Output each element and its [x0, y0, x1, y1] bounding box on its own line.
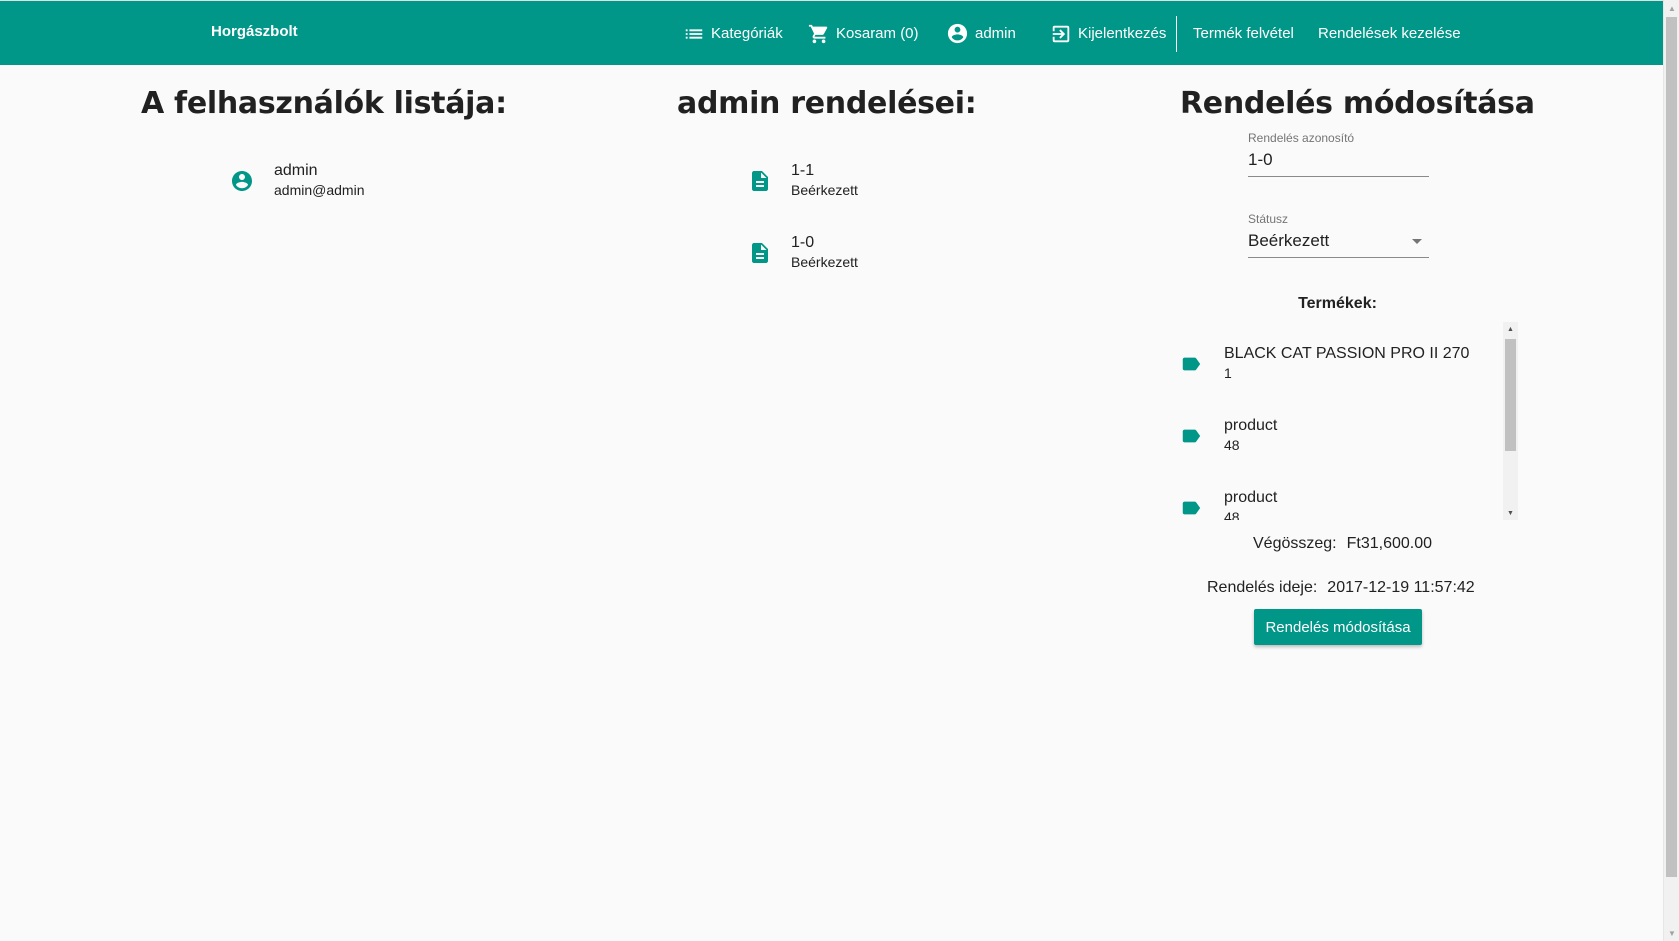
products-list[interactable]: BLACK CAT PASSION PRO II 270 1 product 4…: [1180, 322, 1518, 520]
order-total: Végösszeg: Ft31,600.00: [1253, 535, 1432, 553]
order-status: Beérkezett: [791, 254, 858, 270]
order-id-input[interactable]: 1-0: [1248, 145, 1429, 177]
total-label: Végösszeg:: [1253, 535, 1337, 552]
nav-add-product-label: Termék felvétel: [1193, 25, 1294, 42]
nav-manage-orders-label: Rendelések kezelése: [1318, 25, 1461, 42]
product-list-item[interactable]: product 48: [1180, 488, 1277, 520]
nav-logout-label: Kijelentkezés: [1078, 25, 1167, 42]
edit-heading: Rendelés módosítása: [1180, 86, 1535, 121]
nav-manage-orders[interactable]: Rendelések kezelése: [1318, 1, 1461, 66]
total-value: Ft31,600.00: [1346, 535, 1433, 552]
top-toolbar: Horgászbolt Kategóriák Kosaram (0) admin…: [0, 0, 1663, 65]
scroll-up-arrow-icon[interactable]: ▲: [1503, 322, 1518, 336]
order-list-item[interactable]: 1-1 Beérkezett: [748, 161, 858, 200]
user-list-item[interactable]: admin admin@admin: [230, 161, 364, 200]
label-icon: [1182, 357, 1201, 370]
scroll-down-arrow-icon[interactable]: ▼: [1664, 925, 1679, 941]
status-select-value[interactable]: Beérkezett: [1248, 226, 1429, 258]
description-icon: [752, 170, 768, 191]
product-quantity: 48: [1224, 437, 1240, 453]
page-scrollbar[interactable]: ▲ ▼: [1663, 0, 1679, 941]
nav-cart[interactable]: Kosaram (0): [808, 1, 919, 66]
order-id-value: 1-0: [1248, 150, 1273, 169]
label-icon: [1182, 501, 1201, 514]
product-quantity: 48: [1224, 509, 1240, 520]
user-name: admin: [274, 162, 318, 179]
page-scrollbar-thumb[interactable]: [1666, 17, 1677, 877]
list-icon: [685, 28, 703, 39]
account-circle-icon: [947, 23, 968, 44]
product-name: product: [1224, 417, 1278, 434]
users-heading: A felhasználók listája:: [141, 86, 507, 121]
user-email: admin@admin: [274, 182, 365, 198]
nav-user[interactable]: admin: [946, 1, 1016, 66]
order-id-field[interactable]: Rendelés azonosító 1-0: [1248, 131, 1429, 177]
order-status: Beérkezett: [791, 182, 858, 198]
product-name: product: [1224, 489, 1278, 506]
nav-user-label: admin: [975, 25, 1016, 42]
products-scrollbar-thumb[interactable]: [1505, 339, 1516, 451]
description-icon: [752, 242, 768, 263]
order-id: 1-0: [791, 234, 815, 251]
order-date: Rendelés ideje: 2017-12-19 11:57:42: [1207, 579, 1475, 597]
products-scrollbar[interactable]: ▲ ▼: [1503, 322, 1518, 520]
shopping-cart-icon: [808, 24, 828, 43]
order-list-item[interactable]: 1-0 Beérkezett: [748, 233, 858, 272]
date-label: Rendelés ideje:: [1207, 579, 1318, 596]
products-title: Termékek:: [1298, 295, 1377, 312]
status-value: Beérkezett: [1248, 231, 1330, 250]
status-select[interactable]: Státusz Beérkezett: [1248, 212, 1429, 258]
product-name: BLACK CAT PASSION PRO II 270: [1224, 345, 1470, 362]
brand-title[interactable]: Horgászbolt: [211, 23, 298, 40]
nav-divider: [1176, 16, 1177, 52]
scroll-down-arrow-icon[interactable]: ▼: [1503, 506, 1518, 520]
nav-add-product[interactable]: Termék felvétel: [1193, 1, 1294, 66]
order-id: 1-1: [791, 162, 815, 179]
nav-categories-label: Kategóriák: [711, 25, 783, 42]
scroll-up-arrow-icon[interactable]: ▲: [1664, 0, 1679, 16]
product-list-item[interactable]: BLACK CAT PASSION PRO II 270 1: [1180, 344, 1469, 383]
order-id-label: Rendelés azonosító: [1248, 131, 1355, 145]
account-circle-icon: [232, 170, 252, 191]
product-quantity: 1: [1224, 365, 1232, 381]
date-value: 2017-12-19 11:57:42: [1327, 579, 1475, 596]
orders-heading: admin rendelései:: [677, 86, 977, 121]
exit-to-app-icon: [1052, 25, 1070, 42]
label-icon: [1182, 429, 1201, 442]
status-label: Státusz: [1248, 212, 1289, 226]
update-order-button[interactable]: Rendelés módosítása: [1254, 609, 1422, 645]
nav-cart-label: Kosaram (0): [836, 25, 919, 42]
product-list-item[interactable]: product 48: [1180, 416, 1277, 455]
nav-categories[interactable]: Kategóriák: [683, 1, 783, 66]
dropdown-arrow-icon[interactable]: [1412, 239, 1422, 244]
nav-logout[interactable]: Kijelentkezés: [1050, 1, 1166, 66]
